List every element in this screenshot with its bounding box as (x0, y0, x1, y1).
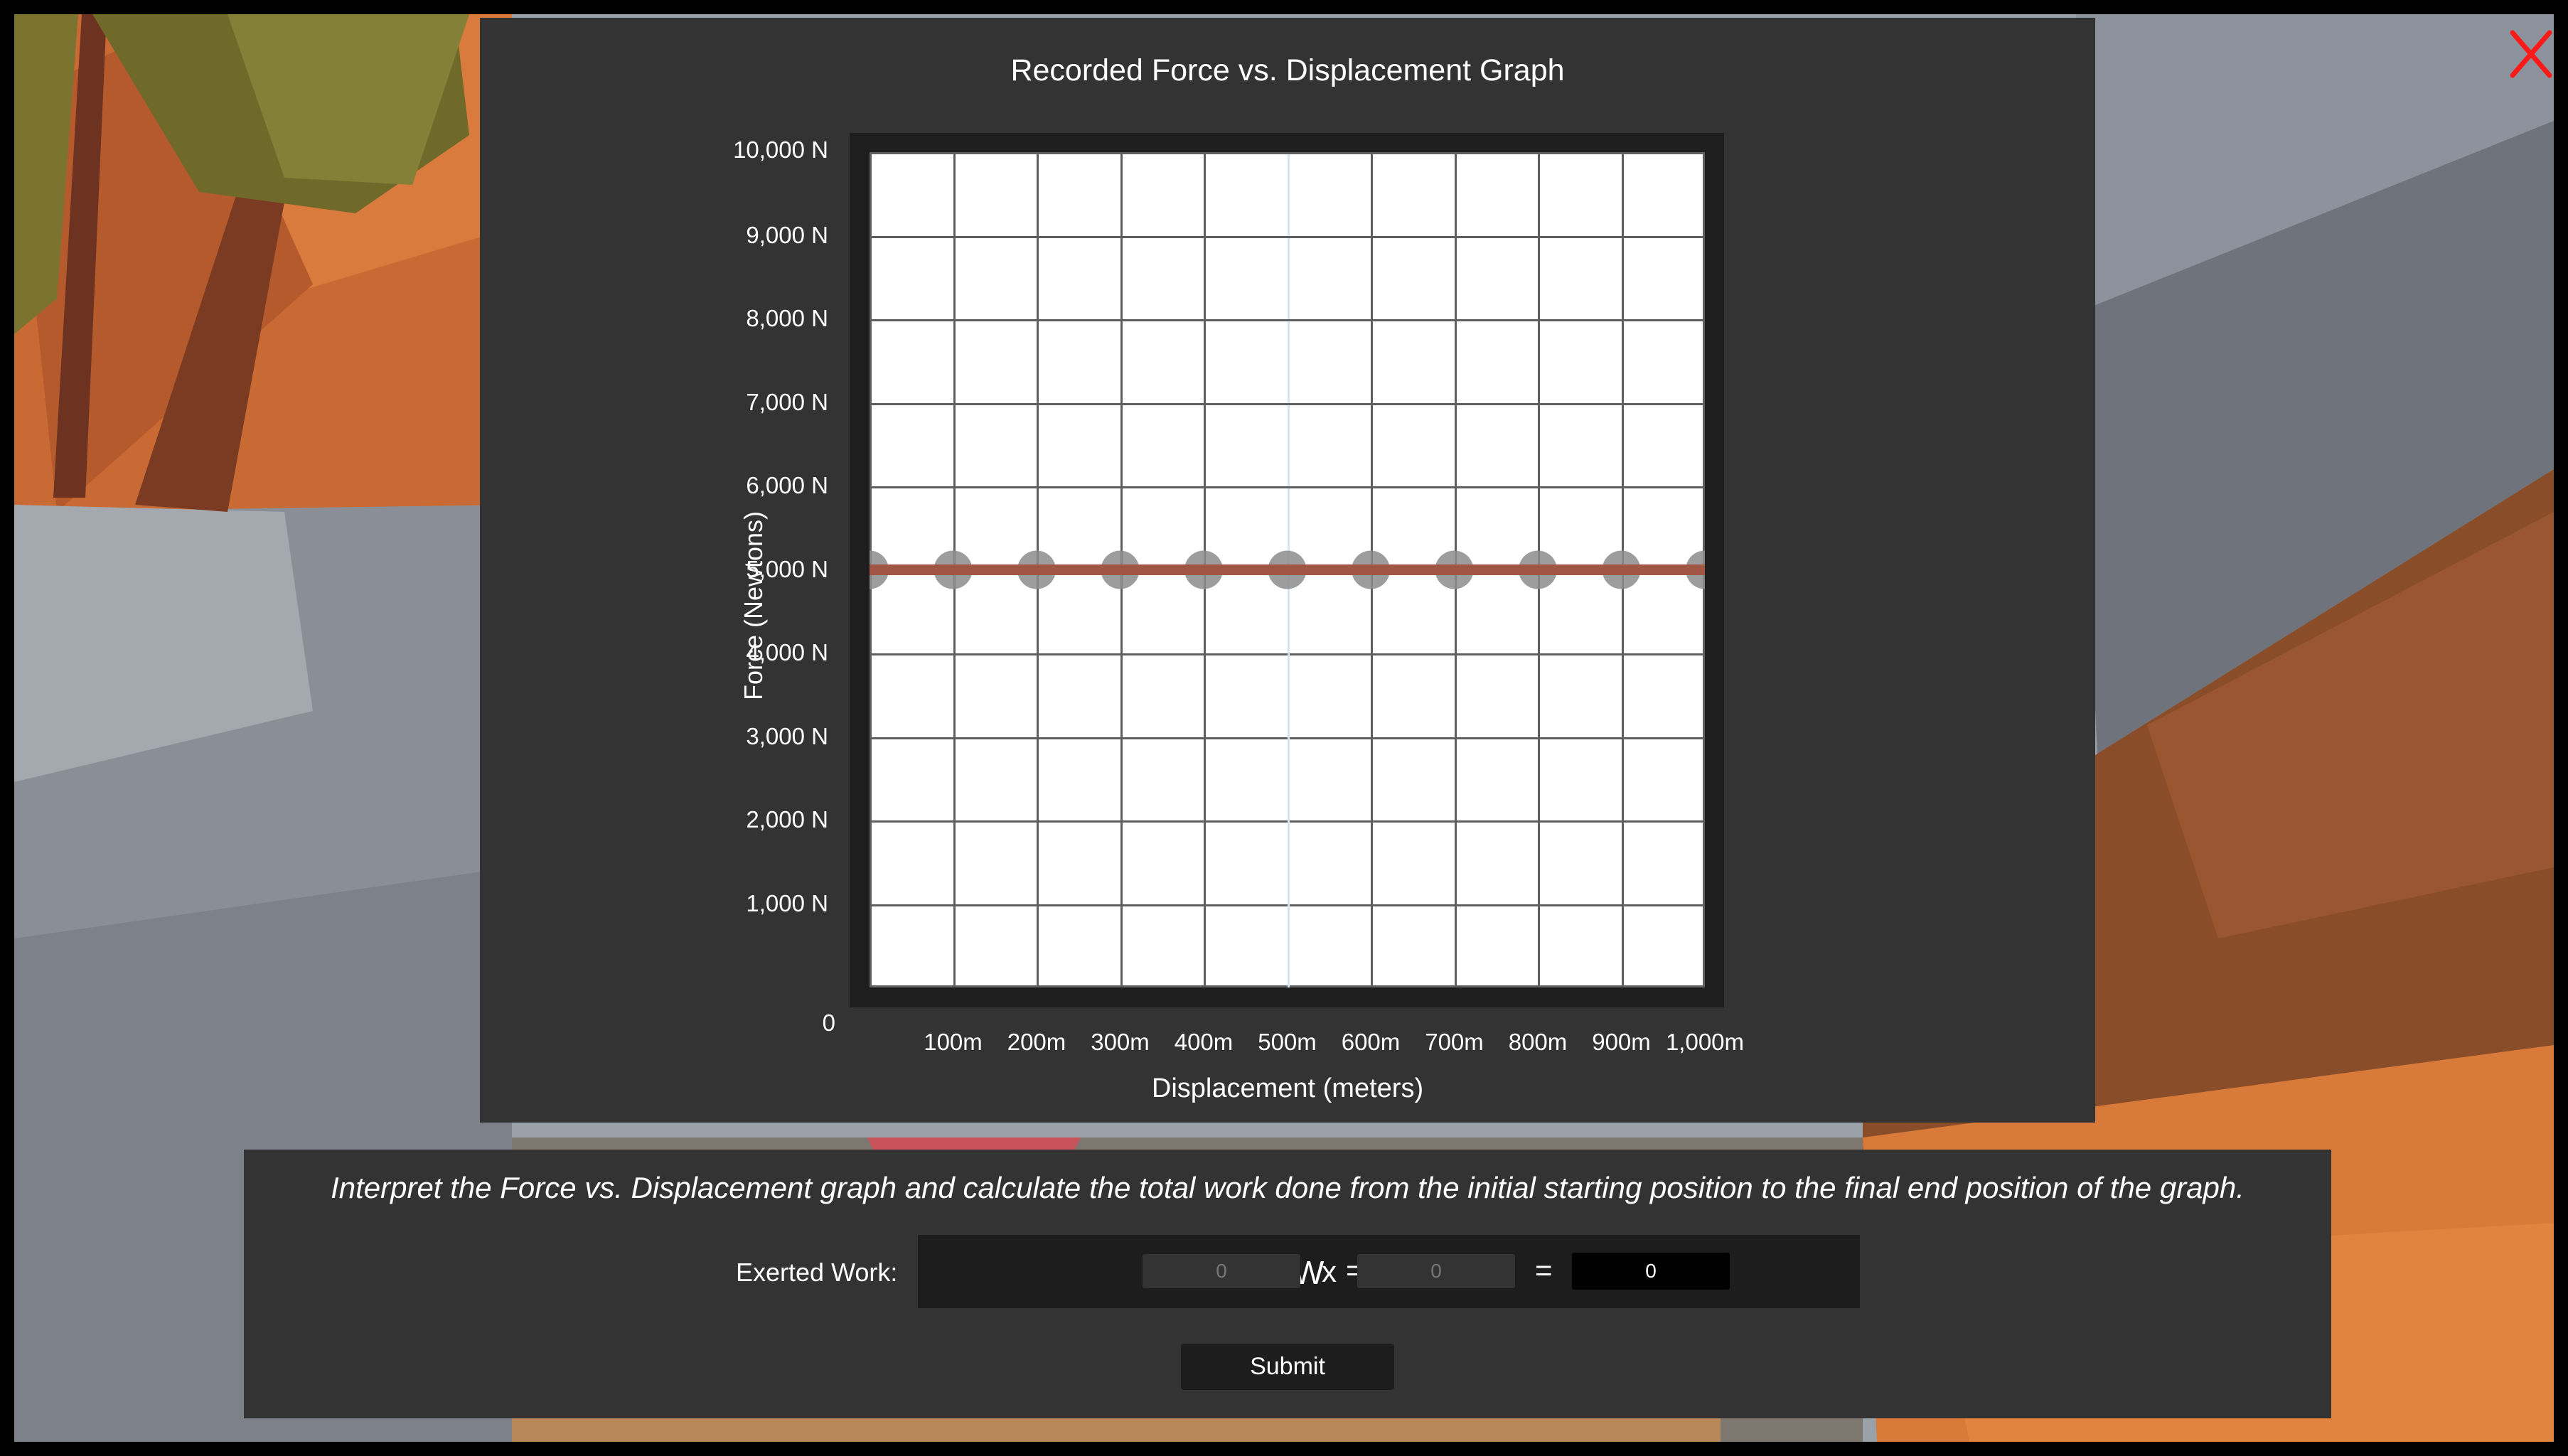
y-tick-label: 4,000 N (746, 639, 828, 665)
y-tick-label: 2,000 N (746, 806, 828, 833)
graph-panel: Recorded Force vs. Displacement Graph Fo… (480, 18, 2095, 1123)
y-tick-label: 3,000 N (746, 722, 828, 749)
close-x-icon (2510, 30, 2552, 78)
x-axis-label: Displacement (meters) (1151, 1074, 1424, 1103)
close-button[interactable] (2508, 26, 2554, 82)
exerted-work-label: Exerted Work: (736, 1258, 898, 1287)
y-tick-label: 1,000 N (746, 889, 828, 916)
graph-title: Recorded Force vs. Displacement Graph (1010, 53, 1565, 87)
result-equals-symbol: = (1535, 1253, 1553, 1287)
series-layer (870, 550, 1705, 589)
task-panel: Interpret the Force vs. Displacement gra… (244, 1150, 2331, 1418)
plot-area (870, 152, 1705, 987)
work-formula-bar: W = x = 0 (918, 1235, 1860, 1308)
task-instruction: Interpret the Force vs. Displacement gra… (331, 1171, 2245, 1204)
y-tick-label: 5,000 N (746, 555, 828, 582)
x-tick-label: 1,000m (1665, 1029, 1745, 1055)
y-tick-label: 10,000 N (733, 136, 828, 163)
y-tick-label: 6,000 N (746, 472, 828, 498)
displacement-input[interactable] (1357, 1254, 1515, 1288)
y-tick-label: 0 (822, 1010, 835, 1036)
force-input[interactable] (1143, 1254, 1300, 1288)
multiply-symbol: x (1322, 1255, 1337, 1288)
submit-button[interactable]: Submit (1181, 1344, 1394, 1390)
y-tick-label: 9,000 N (746, 221, 828, 248)
work-result-field[interactable]: 0 (1572, 1253, 1730, 1290)
y-tick-label: 7,000 N (746, 388, 828, 415)
y-tick-label: 8,000 N (746, 305, 828, 331)
y-axis-label: Force (Newtons) (739, 510, 768, 701)
